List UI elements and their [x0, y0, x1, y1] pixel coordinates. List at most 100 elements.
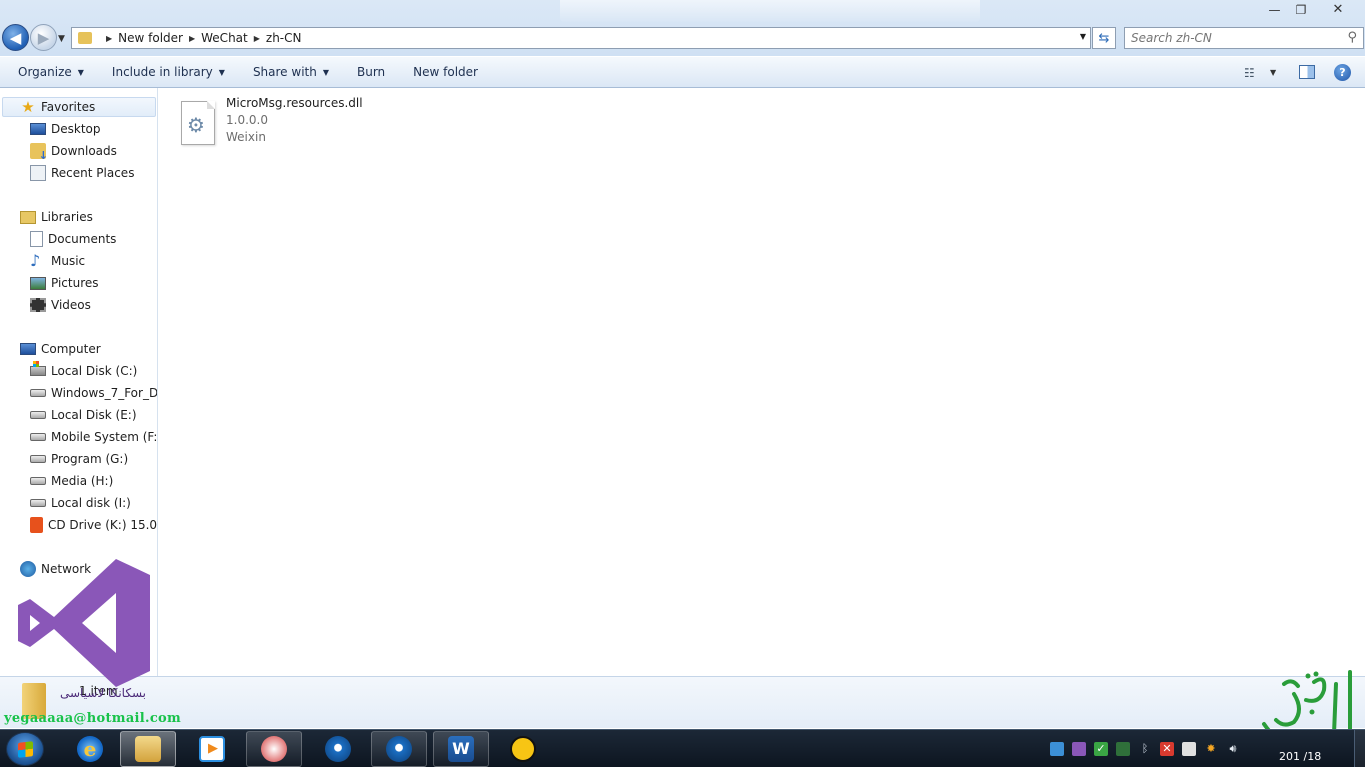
chevron-down-icon[interactable]: ▼ — [1080, 32, 1086, 41]
breadcrumb-item[interactable]: zh-CN — [266, 31, 302, 45]
breadcrumb-item[interactable]: WeChat — [201, 31, 248, 45]
burn-button[interactable]: Burn — [357, 65, 385, 79]
clock[interactable]: 201 /18 — [1279, 750, 1321, 763]
snipping-tool-icon — [261, 736, 287, 762]
minimize-button[interactable]: — — [1262, 0, 1287, 19]
nav-item-drive-f[interactable]: Mobile System (F:) — [0, 427, 158, 447]
computer-icon — [20, 343, 36, 355]
nav-label: Music — [51, 254, 86, 268]
new-folder-button[interactable]: New folder — [413, 65, 478, 79]
owl-icon — [386, 736, 412, 762]
office-icon — [30, 517, 43, 533]
breadcrumb-item[interactable]: New folder — [118, 31, 183, 45]
nav-label: Favorites — [41, 100, 96, 114]
recent-places-icon — [30, 165, 46, 181]
system-drive-icon — [30, 361, 46, 376]
nav-item-downloads[interactable]: Downloads — [0, 141, 117, 162]
maximize-button[interactable]: ❐ — [1288, 0, 1314, 19]
shield-icon[interactable]: ✓ — [1094, 742, 1108, 756]
chevron-down-icon: ▼ — [218, 67, 225, 77]
taskbar-internet-explorer[interactable]: e — [62, 731, 118, 767]
chevron-down-icon[interactable]: ▼ — [1270, 68, 1276, 77]
nav-item-drive-h[interactable]: Media (H:) — [0, 471, 113, 491]
forward-button[interactable]: ▶ — [30, 24, 57, 51]
preview-pane-button[interactable] — [1299, 65, 1315, 79]
libraries-icon — [20, 210, 36, 224]
watermark-text: بسکانکا لاسیاسی — [60, 686, 146, 700]
help-button[interactable]: ? — [1334, 64, 1351, 81]
back-button[interactable]: ◀ — [2, 24, 29, 51]
chevron-right-icon[interactable]: ▶ — [189, 34, 195, 43]
arrow-right-icon: ▶ — [37, 28, 50, 47]
nav-item-documents[interactable]: Documents — [0, 229, 116, 249]
nav-item-drive-g[interactable]: Program (G:) — [0, 449, 128, 469]
volume-icon[interactable]: 🔊︎ — [1226, 742, 1240, 756]
search-icon[interactable]: ⚲ — [1347, 30, 1357, 45]
nav-libraries[interactable]: Libraries — [0, 207, 93, 227]
nav-label: CD Drive (K:) 15.0.44 — [48, 518, 158, 532]
taskbar-app[interactable] — [495, 731, 551, 767]
nav-item-pictures[interactable]: Pictures — [0, 273, 99, 293]
refresh-button[interactable]: ⇆ — [1092, 27, 1116, 49]
action-center-icon[interactable]: ✕ — [1160, 742, 1174, 756]
nav-label: Program (G:) — [51, 452, 129, 466]
search-input[interactable] — [1125, 28, 1325, 48]
usb-icon[interactable] — [1182, 742, 1196, 756]
file-item[interactable]: ⚙ MicroMsg.resources.dll 1.0.0.0 Weixin — [181, 95, 381, 149]
flame-icon[interactable]: ✸ — [1204, 742, 1218, 756]
chevron-right-icon[interactable]: ▶ — [254, 34, 260, 43]
change-view-button[interactable]: ☷ — [1244, 66, 1255, 80]
nav-favorites[interactable]: ★ Favorites — [2, 97, 156, 117]
dll-file-icon: ⚙ — [181, 101, 215, 145]
file-list: ⚙ MicroMsg.resources.dll 1.0.0.0 Weixin — [159, 88, 1365, 676]
nav-item-recent-places[interactable]: Recent Places — [0, 163, 134, 183]
drive-icon — [30, 433, 46, 441]
nav-item-drive-i[interactable]: Local disk (I:) — [0, 493, 131, 513]
chevron-right-icon[interactable]: ▶ — [106, 34, 112, 43]
recent-pages-dropdown[interactable]: ▼ — [58, 34, 65, 44]
nav-label: Media (H:) — [51, 474, 114, 488]
desktop-icon — [30, 123, 46, 135]
taskbar: e W ✓ ᛒ ✕ ✸ 🔊︎ 201 /18 — [0, 729, 1365, 767]
views-icon: ☷ — [1244, 66, 1255, 80]
internet-explorer-icon: e — [77, 736, 103, 762]
search-field[interactable]: ⚲ — [1124, 27, 1364, 49]
share-with-button[interactable]: Share with ▼ — [253, 65, 329, 79]
videos-icon — [30, 298, 46, 312]
watermark-email: yegaaaaa@hotmail.com — [4, 711, 182, 726]
command-bar: Organize ▼ Include in library ▼ Share with… — [0, 56, 1365, 88]
nav-item-music[interactable]: ♪ Music — [0, 251, 85, 271]
nav-item-drive-e[interactable]: Local Disk (E:) — [0, 405, 137, 425]
breadcrumb[interactable]: ▶ New folder ▶ WeChat ▶ zh-CN ▼ — [71, 27, 1091, 49]
nav-item-drive-d[interactable]: Windows_7_For_De — [0, 383, 157, 403]
taskbar-media-player[interactable] — [184, 731, 240, 767]
chevron-down-icon: ▼ — [322, 67, 329, 77]
nav-item-drive-k[interactable]: CD Drive (K:) 15.0.44 — [0, 515, 158, 535]
pictures-icon — [30, 276, 46, 290]
network-icon[interactable] — [1116, 742, 1130, 756]
visual-studio-tray-icon[interactable] — [1072, 742, 1086, 756]
nav-label: Mobile System (F:) — [51, 430, 158, 444]
tray-app-icon[interactable] — [1050, 742, 1064, 756]
show-desktop-button[interactable] — [1354, 730, 1365, 767]
nav-computer[interactable]: Computer — [0, 339, 101, 359]
taskbar-windows-explorer[interactable] — [120, 731, 176, 767]
help-icon: ? — [1339, 66, 1346, 79]
share-with-label: Share with — [252, 65, 317, 79]
taskbar-owl-app[interactable] — [310, 731, 366, 767]
nav-item-drive-c[interactable]: Local Disk (C:) — [0, 361, 137, 381]
bluetooth-icon[interactable]: ᛒ — [1138, 742, 1152, 756]
new-folder-label: New folder — [413, 65, 478, 79]
nav-item-desktop[interactable]: Desktop — [0, 119, 101, 139]
taskbar-word[interactable]: W — [433, 731, 489, 767]
drive-icon — [30, 389, 46, 397]
gear-icon: ⚙ — [187, 113, 205, 137]
nav-item-videos[interactable]: Videos — [0, 295, 91, 315]
start-button[interactable] — [6, 732, 44, 766]
taskbar-owl-app-2[interactable] — [371, 731, 427, 767]
taskbar-snipping-tool[interactable] — [246, 731, 302, 767]
organize-button[interactable]: Organize ▼ — [18, 65, 84, 79]
include-in-library-button[interactable]: Include in library ▼ — [112, 65, 225, 79]
nav-label: Local disk (I:) — [51, 496, 131, 510]
close-button[interactable]: ✕ — [1315, 0, 1361, 19]
